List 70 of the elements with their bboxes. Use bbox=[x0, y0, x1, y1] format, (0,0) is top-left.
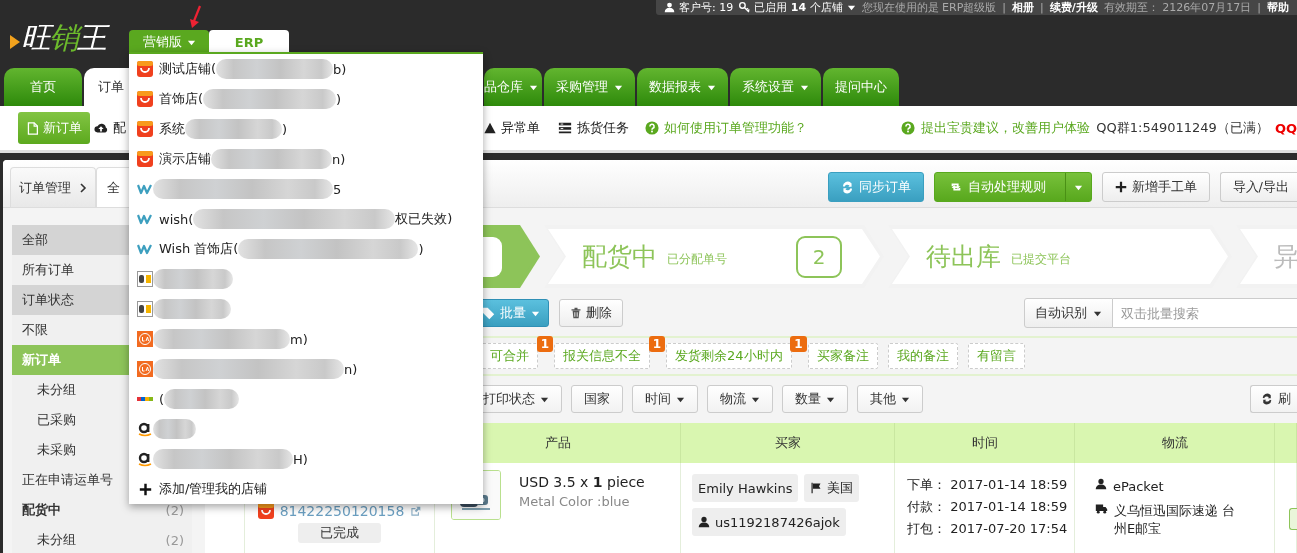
count-badge: 1 bbox=[790, 336, 807, 352]
top-link[interactable]: 续费/升级 bbox=[1049, 1, 1098, 14]
store-name: m) bbox=[290, 331, 308, 347]
top-link[interactable]: 相册 bbox=[1012, 1, 1035, 14]
store-name: n) bbox=[344, 361, 358, 377]
account-number: 客户号: 19 bbox=[679, 1, 734, 14]
step-count: 2 bbox=[796, 235, 842, 278]
store-name: ) bbox=[418, 241, 424, 257]
buyer-id: us1192187426ajok bbox=[692, 508, 846, 536]
add-button[interactable]: 新增手工单 bbox=[1101, 172, 1210, 202]
store-name: ) bbox=[282, 121, 288, 137]
toolbar-link[interactable]: 配 bbox=[113, 119, 126, 137]
shipping-method: ePacket bbox=[1113, 478, 1165, 496]
filter-button[interactable]: 其他 bbox=[857, 385, 923, 413]
separator: | bbox=[1040, 1, 1044, 14]
count-badge: 1 bbox=[648, 336, 665, 352]
toolbar-link[interactable]: 异常单 bbox=[501, 119, 540, 137]
filter-button[interactable]: 物流 bbox=[707, 385, 773, 413]
account-note: 有效期至： 2126年07月17日 bbox=[1103, 1, 1252, 14]
import-export-button[interactable]: 导入/导出 bbox=[1219, 172, 1297, 202]
buyer-name: Emily Hawkins bbox=[692, 474, 799, 502]
store-name: b) bbox=[333, 61, 347, 77]
search-mode-dropdown[interactable]: 自动识别 bbox=[1024, 298, 1113, 328]
step-subtitle: 已分配单号 bbox=[667, 251, 727, 268]
store-menu-item[interactable]: 系统 ) bbox=[129, 114, 483, 144]
order-status: 已完成 bbox=[298, 523, 381, 543]
filter-button[interactable]: 时间 bbox=[632, 385, 698, 413]
column-header: 时间 bbox=[971, 434, 998, 452]
time-line: 打包： 2017-07-20 17:54 bbox=[907, 520, 1069, 538]
store-name: 演示店铺 bbox=[159, 150, 211, 168]
refresh-button[interactable]: 刷 bbox=[1250, 385, 1297, 413]
time-line: 下单： 2017-01-14 18:59 bbox=[907, 476, 1069, 494]
count-badge: 1 bbox=[536, 336, 553, 352]
filter-button[interactable]: 国家 bbox=[571, 385, 623, 413]
search-field[interactable]: 双击批量搜索 bbox=[1113, 298, 1297, 328]
product-variant: Metal Color :blue bbox=[519, 494, 631, 509]
breadcrumb-tab[interactable]: 订单管理 bbox=[10, 167, 96, 207]
column-header: 物流 bbox=[1161, 434, 1188, 452]
store-name: 权已失效) bbox=[395, 210, 453, 228]
carrier-name: 义乌恒迅国际速递 台州E邮宝 bbox=[1114, 502, 1237, 538]
separator: | bbox=[1002, 1, 1007, 14]
top-link[interactable]: 帮助 bbox=[1267, 1, 1289, 14]
toolbar-link[interactable]: 拣货任务 bbox=[577, 119, 629, 137]
account-note: 您现在使用的是 ERP超级版 bbox=[861, 1, 997, 14]
separator: | bbox=[1257, 1, 1261, 14]
step-title: 配货中 bbox=[582, 241, 657, 273]
store-name: ( bbox=[159, 391, 165, 407]
product-price: USD 3.5 x 1 piece bbox=[519, 474, 645, 490]
delete-button[interactable]: 删除 bbox=[559, 299, 623, 327]
step-subtitle: 已提交平台 bbox=[1011, 251, 1071, 268]
sidebar-item[interactable]: 未分组 (2) bbox=[12, 525, 192, 553]
filter-button[interactable]: 数量 bbox=[782, 385, 848, 413]
store-count: 已启用 14 个店铺 bbox=[754, 1, 843, 14]
store-name: H) bbox=[293, 451, 308, 467]
store-menu-item[interactable]: 测试店铺( b) bbox=[129, 54, 483, 84]
store-name: wish( bbox=[159, 211, 194, 227]
country-chip: 美国 bbox=[804, 474, 860, 502]
column-header: 买家 bbox=[774, 434, 801, 452]
time-line: 付款： 2017-01-14 18:59 bbox=[907, 498, 1069, 516]
store-name: 测试店铺( bbox=[159, 60, 217, 78]
qq-group-text: QQ群1:549011249（已满） bbox=[1096, 119, 1269, 137]
qq-group-text: QQ bbox=[1274, 120, 1297, 136]
store-name: ) bbox=[336, 91, 342, 107]
store-menu-item[interactable]: 首饰店( ) bbox=[129, 84, 483, 114]
store-name: 5 bbox=[333, 181, 342, 197]
store-name: n) bbox=[332, 151, 346, 167]
store-name: 系统 bbox=[159, 120, 185, 138]
step-title: 待出库 bbox=[926, 241, 1001, 273]
column-header: 产品 bbox=[544, 434, 571, 452]
store-name: 首饰店( bbox=[159, 90, 204, 108]
